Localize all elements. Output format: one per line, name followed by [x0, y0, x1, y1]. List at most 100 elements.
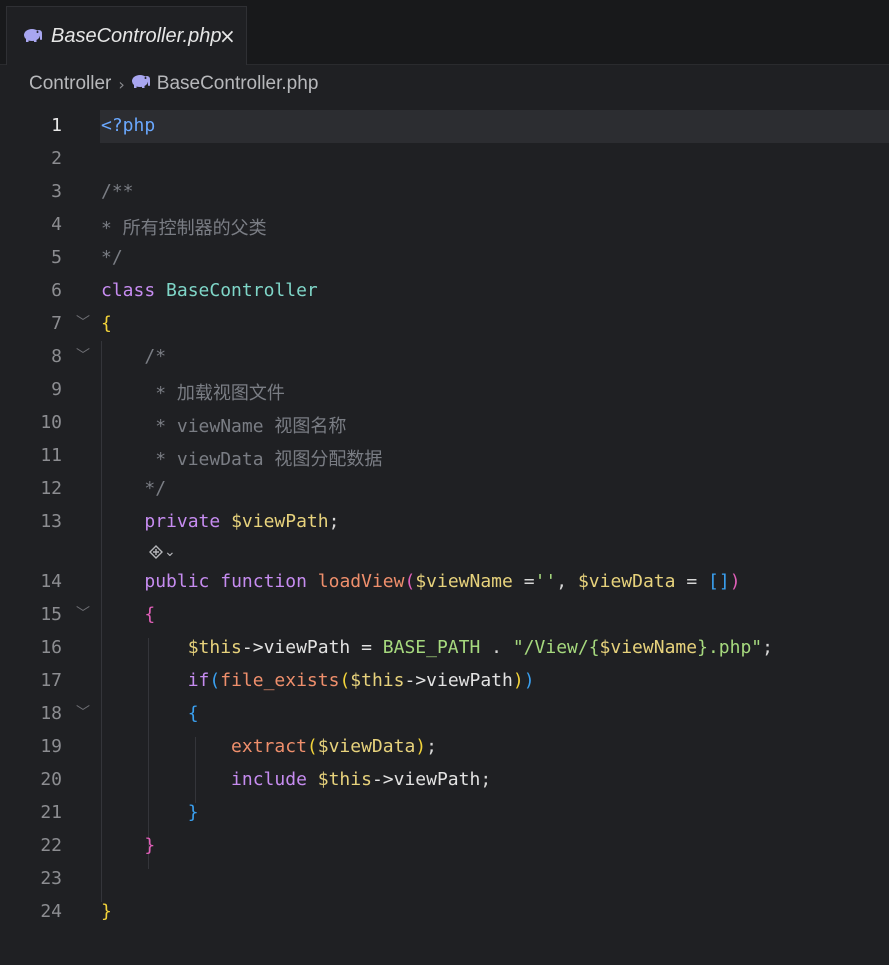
- code-text: private $viewPath;: [101, 511, 339, 532]
- paren: ): [415, 736, 427, 757]
- code-line: 16 $this->viewPath = BASE_PATH . "/View/…: [0, 632, 889, 665]
- variable: $this: [350, 670, 405, 691]
- comment: * viewData 视图分配数据: [101, 445, 382, 471]
- php-elephant-icon: [23, 27, 43, 48]
- code-text: extract($viewData);: [101, 736, 437, 757]
- tab-basecontroller[interactable]: BaseController.php ×: [6, 6, 247, 65]
- line-number[interactable]: 19: [0, 736, 62, 757]
- brace: {: [144, 604, 156, 625]
- code-line: 1 <?php: [0, 110, 889, 143]
- line-number[interactable]: 4: [0, 214, 62, 235]
- code-text: include $this->viewPath;: [101, 769, 491, 790]
- line-number[interactable]: 15: [0, 604, 62, 625]
- function-name: extract: [231, 736, 307, 757]
- fold-chevron-icon[interactable]: ﹀: [76, 702, 90, 722]
- line-number[interactable]: 23: [0, 868, 62, 889]
- line-number[interactable]: 8: [0, 346, 62, 367]
- close-icon[interactable]: ×: [219, 24, 236, 48]
- line-number[interactable]: 13: [0, 511, 62, 532]
- variable: $this: [317, 769, 372, 790]
- line-number[interactable]: 1: [0, 115, 62, 136]
- code-line: 18 ﹀ {: [0, 698, 889, 731]
- comment: * viewName 视图名称: [101, 412, 346, 438]
- comment-text: * viewData 视图分配数据: [144, 449, 383, 470]
- keyword: if: [187, 670, 210, 691]
- code-line: 9 * 加载视图文件: [0, 374, 889, 407]
- line-number[interactable]: 11: [0, 445, 62, 466]
- brace: }: [101, 901, 112, 922]
- paren: ): [512, 670, 524, 691]
- keyword: include: [231, 769, 307, 790]
- paren: (: [404, 571, 416, 592]
- property: ->viewPath =: [241, 637, 383, 658]
- line-number[interactable]: 17: [0, 670, 62, 691]
- paren: (: [209, 670, 221, 691]
- line-number[interactable]: 3: [0, 181, 62, 202]
- line-number[interactable]: 2: [0, 148, 62, 169]
- variable: $viewName: [599, 637, 698, 658]
- code-text: if(file_exists($this->viewPath)): [101, 670, 535, 691]
- comment: */: [101, 247, 123, 268]
- punctuation: ;: [328, 511, 340, 532]
- code-line: 11 * viewData 视图分配数据: [0, 440, 889, 473]
- operator: =: [512, 571, 535, 592]
- variable: $viewData: [577, 571, 676, 592]
- tab-bar: BaseController.php ×: [0, 0, 889, 65]
- line-number[interactable]: 18: [0, 703, 62, 724]
- code-line: 13 private $viewPath;: [0, 506, 889, 539]
- php-elephant-icon: [131, 73, 151, 95]
- paren: (: [339, 670, 351, 691]
- string: '': [534, 571, 557, 592]
- line-number[interactable]: 7: [0, 313, 62, 334]
- chevron-down-icon[interactable]: ⌄: [164, 544, 176, 560]
- variable: $this: [187, 637, 242, 658]
- line-number[interactable]: 9: [0, 379, 62, 400]
- constant: BASE_PATH: [382, 637, 481, 658]
- line-number[interactable]: 10: [0, 412, 62, 433]
- code-line: 14 public function loadView($viewName ='…: [0, 566, 889, 599]
- paren: (: [306, 736, 318, 757]
- punctuation: ;: [480, 769, 492, 790]
- line-number[interactable]: 21: [0, 802, 62, 823]
- line-number[interactable]: 20: [0, 769, 62, 790]
- brace: {: [187, 703, 199, 724]
- code-line: 23: [0, 863, 889, 896]
- code-line: 4 * 所有控制器的父类: [0, 209, 889, 242]
- line-number[interactable]: 14: [0, 571, 62, 592]
- code-line: 24 }: [0, 896, 889, 929]
- breadcrumb-file[interactable]: BaseController.php: [157, 73, 319, 95]
- ai-assistant-icon[interactable]: [148, 545, 164, 559]
- code-line: 10 * viewName 视图名称: [0, 407, 889, 440]
- operator: .: [480, 637, 513, 658]
- bracket: []: [708, 571, 730, 592]
- breadcrumb-folder[interactable]: Controller: [29, 73, 111, 95]
- punctuation: ;: [762, 637, 773, 658]
- breadcrumb: Controller › BaseController.php: [29, 70, 318, 98]
- line-number[interactable]: 16: [0, 637, 62, 658]
- line-number[interactable]: 24: [0, 901, 62, 922]
- line-number[interactable]: 6: [0, 280, 62, 301]
- keyword: public: [144, 571, 210, 592]
- comment: * 所有控制器的父类: [101, 218, 267, 239]
- code-text: {: [101, 604, 155, 625]
- keyword: function: [220, 571, 307, 592]
- comment-text: * 加载视图文件: [144, 383, 285, 404]
- code-vision-inlay[interactable]: ⌄: [148, 544, 176, 560]
- function-name: file_exists: [220, 670, 340, 691]
- code-text: }: [101, 802, 199, 823]
- comment-text: * viewName 视图名称: [144, 416, 347, 437]
- line-number[interactable]: 12: [0, 478, 62, 499]
- line-number[interactable]: 22: [0, 835, 62, 856]
- fold-chevron-icon[interactable]: ﹀: [76, 345, 90, 365]
- code-line: 6 class BaseController: [0, 275, 889, 308]
- line-number[interactable]: 5: [0, 247, 62, 268]
- php-open-tag: <?php: [101, 115, 156, 136]
- code-line: 3 /**: [0, 176, 889, 209]
- code-line: 5 */: [0, 242, 889, 275]
- tab-label: BaseController.php: [51, 25, 222, 47]
- fold-chevron-icon[interactable]: ﹀: [76, 312, 90, 332]
- brace: }: [144, 835, 156, 856]
- property: ->viewPath: [404, 670, 513, 691]
- current-line-highlight: [100, 110, 889, 143]
- fold-chevron-icon[interactable]: ﹀: [76, 603, 90, 623]
